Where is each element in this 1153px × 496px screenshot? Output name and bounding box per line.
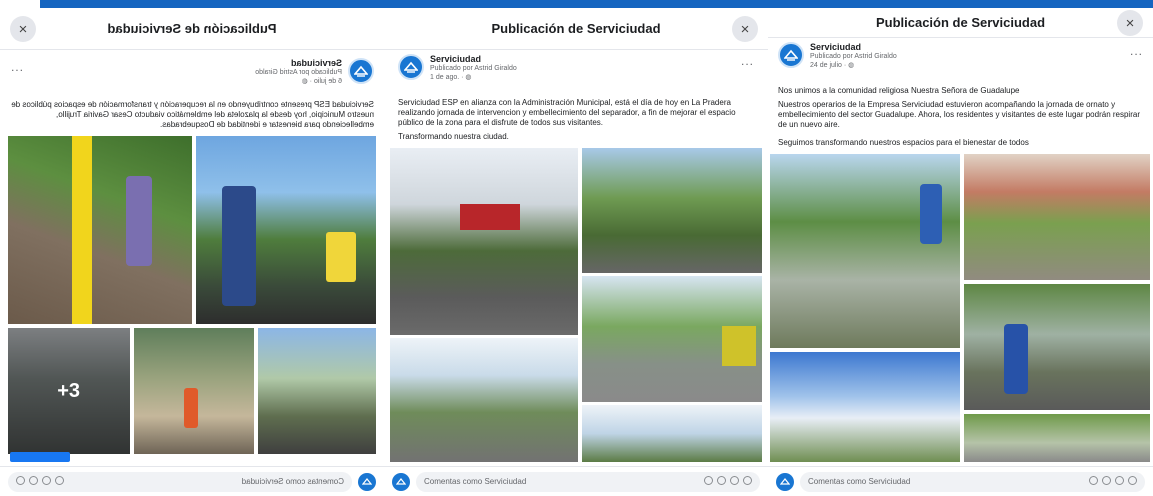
comment-tools (700, 476, 752, 487)
more-options-icon[interactable]: ... (10, 60, 23, 74)
post-author-block: Serviciudad Publicado por Astrid Giraldo… (255, 58, 374, 85)
photo-1[interactable] (390, 148, 578, 335)
post-text-2: Nuestros operarios de la Empresa Servici… (778, 100, 1140, 129)
photo-5-more[interactable]: +3 (8, 328, 130, 454)
published-by: Publicado por Astrid Giraldo (255, 69, 342, 76)
photo-1[interactable] (770, 154, 960, 348)
commenter-avatar-icon (776, 472, 794, 491)
camera-icon[interactable] (717, 476, 726, 485)
avatar-logo-icon[interactable] (348, 58, 374, 84)
comment-tools (16, 476, 68, 487)
emoji-icon[interactable] (55, 476, 64, 485)
post-header: Publicación de Serviciudad × (0, 8, 384, 50)
comment-placeholder[interactable]: Comentas como Serviciudad (808, 477, 910, 486)
gif-icon[interactable] (730, 476, 739, 485)
more-photos-count[interactable]: +3 (8, 328, 130, 454)
close-icon[interactable]: × (741, 21, 750, 38)
sticker-icon[interactable] (16, 476, 25, 485)
close-icon[interactable]: × (1126, 15, 1135, 32)
post-card-3: Publicación de Serviciudad × Serviciudad… (768, 8, 1153, 496)
gif-icon[interactable] (1115, 476, 1124, 485)
post-date[interactable]: 1 de ago. · ◍ (430, 73, 517, 81)
photo-5[interactable] (964, 414, 1150, 462)
close-button[interactable]: × (732, 16, 758, 42)
avatar-logo-icon[interactable] (398, 54, 424, 80)
photo-1[interactable] (196, 136, 376, 324)
photo-3[interactable] (964, 284, 1150, 410)
photo-2[interactable] (964, 154, 1150, 280)
published-by: Publicado por Astrid Giraldo (430, 65, 517, 72)
photo-4[interactable] (390, 338, 578, 462)
globe-icon: ◍ (848, 62, 855, 69)
post-title: Publicación de Serviciudad (491, 21, 661, 36)
post-author-block: Serviciudad Publicado por Astrid Giraldo… (778, 42, 897, 69)
action-button[interactable] (10, 452, 70, 462)
post-text-3: Seguimos transformando nuestros espacios… (778, 138, 1029, 147)
post-header: Publicación de Serviciudad × (768, 8, 1153, 38)
close-button[interactable]: × (1117, 10, 1143, 36)
comment-bar: Comentas como Serviciudad (768, 466, 1153, 496)
post-text: Nos unimos a la comunidad religiosa Nues… (778, 86, 1020, 95)
post-date[interactable]: 6 de julio · ◍ (255, 77, 342, 85)
photo-2[interactable] (582, 148, 762, 273)
post-title: Publicación de Serviciudad (875, 15, 1046, 30)
emoji-icon[interactable] (704, 476, 713, 485)
post-date-text[interactable]: 1 de ago. · (430, 74, 465, 81)
comment-bar: Comentas como Serviciudad (384, 466, 768, 496)
more-options-icon[interactable]: ... (1130, 44, 1143, 58)
more-photos-label[interactable]: +3 (58, 380, 81, 403)
comment-placeholder[interactable]: Comentas como Serviciudad (424, 477, 526, 486)
post-panel-3: Publicación de Serviciudad × Serviciudad… (768, 8, 1153, 496)
camera-icon[interactable] (1102, 476, 1111, 485)
comment-tools (1085, 476, 1137, 487)
post-date[interactable]: 24 de julio · ◍ (810, 61, 897, 69)
gif-icon[interactable] (29, 476, 38, 485)
post-text: Serviciudad ESP presente contribuyendo e… (11, 100, 374, 129)
close-icon[interactable]: × (19, 21, 28, 38)
comment-bar: Comentas como Serviciudad (0, 466, 384, 496)
author-name[interactable]: Serviciudad (255, 58, 342, 68)
post-date-text[interactable]: 6 de julio · (308, 78, 342, 85)
post-card-1: Publicación de Serviciudad × Serviciudad… (0, 8, 384, 496)
post-title: Publicación de Serviciudad (107, 21, 277, 36)
comment-input[interactable]: Comentas como Serviciudad (8, 471, 352, 492)
photo-3[interactable] (582, 276, 762, 402)
globe-icon: ◍ (301, 78, 308, 85)
camera-icon[interactable] (42, 476, 51, 485)
author-name[interactable]: Serviciudad (810, 42, 897, 52)
post-author-block: Serviciudad Publicado por Astrid Giraldo… (398, 54, 517, 81)
emoji-icon[interactable] (1089, 476, 1098, 485)
sticker-icon[interactable] (743, 476, 752, 485)
post-panel-2: Publicación de Serviciudad × Serviciudad… (384, 8, 768, 496)
published-by: Publicado por Astrid Giraldo (810, 53, 897, 60)
post-date-text[interactable]: 24 de julio · (810, 62, 848, 69)
commenter-avatar-icon (358, 472, 376, 491)
post-panel-1: Publicación de Serviciudad × Serviciudad… (0, 8, 384, 496)
avatar-logo-icon[interactable] (778, 42, 804, 68)
photo-4[interactable] (770, 352, 960, 462)
top-accent-bar (40, 0, 1153, 8)
more-options-icon[interactable]: ... (741, 54, 754, 68)
author-name[interactable]: Serviciudad (430, 54, 517, 64)
globe-icon: ◍ (465, 74, 472, 81)
post-card-2: Publicación de Serviciudad × Serviciudad… (384, 8, 768, 496)
sticker-icon[interactable] (1128, 476, 1137, 485)
comment-input[interactable]: Comentas como Serviciudad (416, 471, 760, 492)
post-text-2: Transformando nuestra ciudad. (398, 132, 509, 141)
photo-3[interactable] (258, 328, 376, 454)
photo-2[interactable] (8, 136, 192, 324)
comment-input[interactable]: Comentas como Serviciudad (800, 471, 1145, 492)
photo-4[interactable] (134, 328, 254, 454)
close-button[interactable]: × (10, 16, 36, 42)
post-text: Serviciudad ESP en alianza con la Admini… (398, 98, 736, 127)
comment-placeholder[interactable]: Comentas como Serviciudad (242, 477, 344, 486)
commenter-avatar-icon (392, 472, 410, 491)
post-header: Publicación de Serviciudad × (384, 8, 768, 50)
photo-5[interactable] (582, 405, 762, 462)
